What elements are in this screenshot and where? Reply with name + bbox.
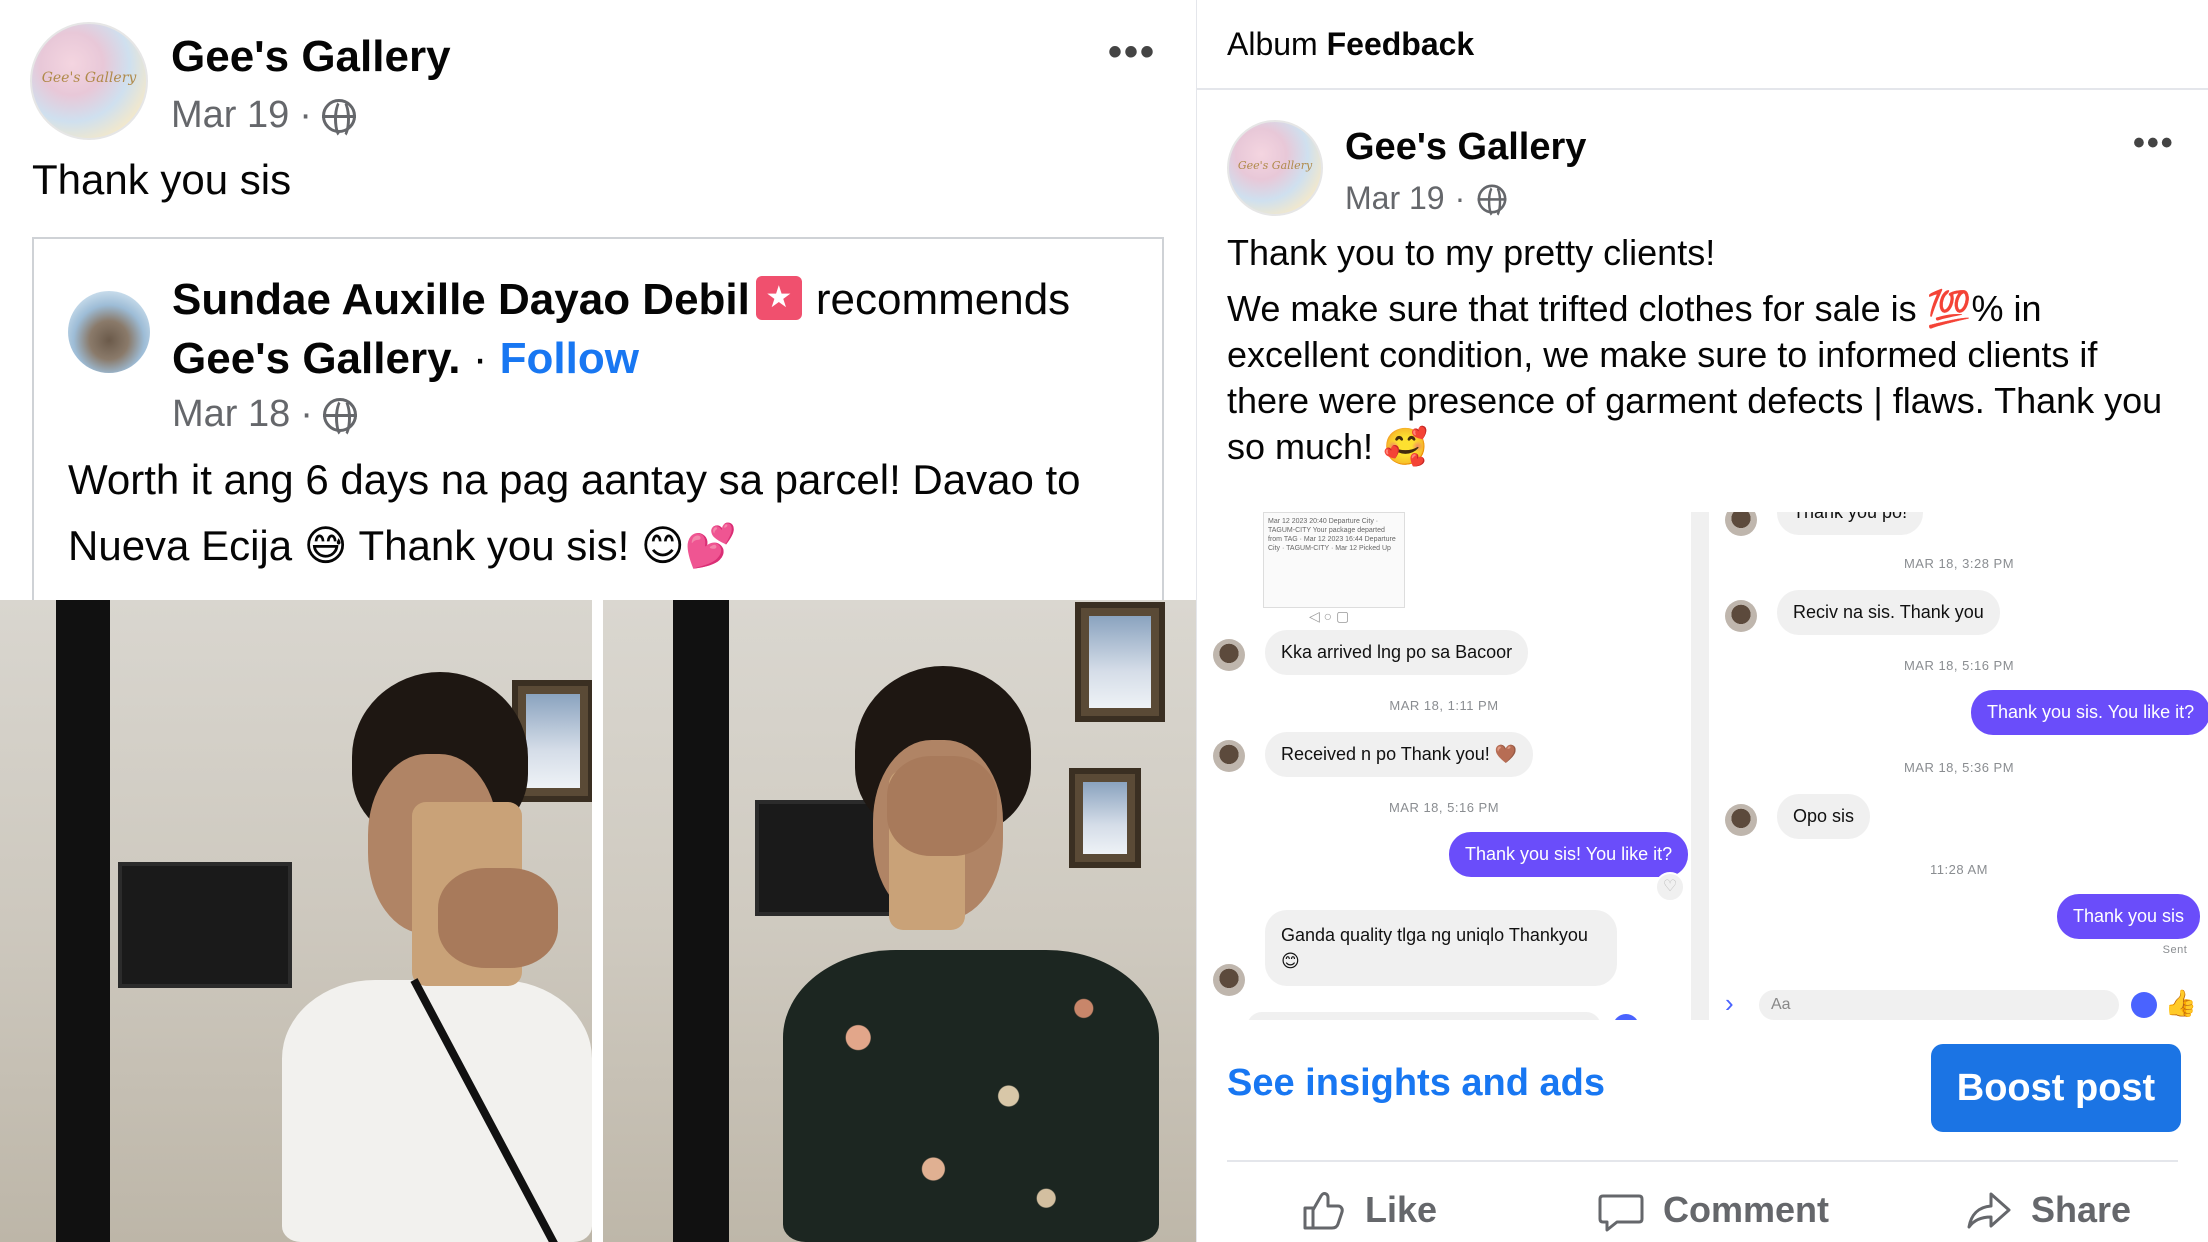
chat-message: Received n po Thank you! 🤎: [1265, 732, 1534, 777]
chat-timestamp: MAR 18, 5:16 PM: [1903, 658, 2015, 673]
page-avatar[interactable]: Gee's Gallery: [30, 22, 148, 140]
customer-avatar: [1725, 804, 1757, 836]
sent-status: Sent: [2162, 944, 2188, 956]
album-title[interactable]: Album Feedback: [1227, 26, 1474, 63]
page-name[interactable]: Gee's Gallery: [171, 32, 451, 82]
chat-message: Reciv na sis. Thank you: [1777, 590, 2000, 635]
recommender-name[interactable]: Sundae Auxille Dayao Debil: [172, 275, 750, 324]
customer-avatar: [1213, 639, 1245, 671]
album-header: Album Feedback: [1197, 0, 2208, 90]
page-logo-text: Gee's Gallery: [41, 69, 137, 86]
album-prefix: Album: [1227, 26, 1318, 62]
post-text-body: We make sure that trifted clothes for sa…: [1227, 288, 2163, 467]
post-meta: Mar 19 ·: [171, 94, 356, 139]
see-insights-link[interactable]: See insights and ads: [1227, 1062, 1605, 1105]
action-divider: [1227, 1160, 2178, 1162]
customer-avatar: [1213, 964, 1245, 996]
emoji-icon[interactable]: [1613, 1014, 1639, 1020]
chat-message-sent: Thank you sis. You like it?: [1971, 690, 2208, 735]
chat-message: Opo sis: [1777, 794, 1871, 839]
page-name[interactable]: Gee's Gallery: [1345, 126, 1586, 169]
recommender-avatar[interactable]: [68, 291, 150, 373]
chat-message: Ganda quality tlga ng uniqlo Thankyou 😊: [1265, 910, 1617, 986]
chat-timestamp: MAR 18, 1:11 PM: [1389, 698, 1499, 713]
page-logo-text: Gee's Gallery: [1237, 158, 1313, 172]
follow-dot: ·: [472, 334, 488, 383]
share-label: Share: [2031, 1189, 2132, 1230]
like-button[interactable]: Like: [1299, 1186, 1437, 1234]
comment-icon: [1598, 1194, 1644, 1232]
chat-divider: [1691, 512, 1709, 1020]
post-text-line1: Thank you to my pretty clients!: [1227, 232, 1716, 273]
globe-icon: [1477, 184, 1507, 219]
chat-timestamp: MAR 18, 5:16 PM: [1388, 800, 1500, 815]
like-icon: [1303, 1192, 1344, 1230]
chat-message-line: Ganda quality tlga ng uniqlo Thankyou: [1281, 925, 1588, 945]
customer-avatar: [1213, 740, 1245, 772]
recommendation-target-line: Gee's Gallery. · Follow: [172, 334, 639, 384]
recommendation-header: Sundae Auxille Dayao Debil ★ recommends: [172, 275, 1070, 325]
like-label: Like: [1365, 1189, 1438, 1230]
meta-dot: ·: [1454, 180, 1466, 216]
globe-icon: [322, 397, 357, 438]
meta-dot: ·: [300, 393, 313, 435]
album-name[interactable]: Feedback: [1327, 26, 1475, 62]
recommended-page-name[interactable]: Gee's Gallery.: [172, 334, 461, 383]
chat-message-emoji: 😊: [1281, 951, 1300, 971]
review-photo-white-shirt[interactable]: [0, 600, 592, 1242]
tracking-receipt-image: Mar 12 2023 20:40 Departure City · TAGUM…: [1263, 512, 1405, 608]
recommendation-text: Worth it ang 6 days na pag aantay sa par…: [68, 456, 1081, 569]
share-icon: [1967, 1192, 2011, 1229]
chat-message: Thank you po!: [1777, 512, 1924, 535]
chat-timestamp: MAR 18, 3:28 PM: [1903, 556, 2015, 571]
chevron-right-icon[interactable]: ›: [1213, 1010, 1222, 1020]
recommends-verb: recommends: [815, 275, 1071, 324]
recommend-badge-icon: ★: [755, 276, 802, 321]
chat-message-sent: Thank you sis! You like it?: [1449, 832, 1689, 877]
right-post-panel: Album Feedback Gee's Gallery Gee's Galle…: [1196, 0, 2208, 1242]
customer-avatar: [1725, 512, 1757, 536]
recommendation-card: Sundae Auxille Dayao Debil ★ recommends Ge…: [32, 237, 1164, 607]
recommendation-date[interactable]: Mar 18: [172, 393, 290, 436]
message-input[interactable]: Aa: [1247, 1012, 1601, 1020]
boost-post-button[interactable]: Boost post: [1931, 1044, 2181, 1132]
heart-reaction-icon: ♡: [1655, 872, 1685, 902]
chat-screenshot-2[interactable]: Thank you po! MAR 18, 3:28 PM Reciv na s…: [1709, 512, 2208, 1020]
comment-label: Comment: [1663, 1189, 1830, 1230]
post-text: Thank you sis: [32, 156, 292, 203]
meta-dot: ·: [299, 94, 312, 136]
review-photo-floral-dress[interactable]: [603, 600, 1196, 1242]
chat-composer: › Aa 👍: [1709, 986, 2208, 1020]
chat-timestamp: MAR 18, 5:36 PM: [1903, 760, 2015, 775]
page-avatar[interactable]: Gee's Gallery: [1227, 120, 1323, 216]
chevron-right-icon[interactable]: ›: [1725, 988, 1734, 1019]
post-meta: Mar 19 ·: [1345, 180, 1509, 219]
share-button[interactable]: Share: [1965, 1186, 2131, 1234]
recommendation-meta: Mar 18 ·: [172, 393, 357, 438]
globe-icon: [321, 98, 356, 139]
thumbs-up-icon[interactable]: 👍: [2165, 988, 2197, 1019]
comment-button[interactable]: Comment: [1597, 1186, 1829, 1234]
follow-link[interactable]: Follow: [500, 334, 639, 383]
post-date[interactable]: Mar 19: [171, 94, 289, 137]
message-input[interactable]: Aa: [1759, 990, 2119, 1020]
customer-avatar: [1725, 600, 1757, 632]
chat-composer: › Aa: [1197, 1008, 1691, 1020]
chat-message-sent: Thank you sis: [2057, 894, 2201, 939]
chat-screenshot-1[interactable]: Mar 12 2023 20:40 Departure City · TAGUM…: [1197, 512, 1691, 1020]
chat-message: Kka arrived lng po sa Bacoor: [1265, 630, 1529, 675]
tv: [118, 862, 292, 988]
more-options-icon[interactable]: •••: [1108, 30, 1156, 75]
framed-picture: [1069, 768, 1141, 868]
chat-timestamp: 11:28 AM: [1930, 862, 1988, 877]
framed-portrait: [1075, 602, 1165, 722]
more-options-icon[interactable]: •••: [2133, 124, 2175, 163]
receipt-nav: ◁ ○ ▢: [1309, 608, 1350, 624]
left-post-panel: Gee's Gallery Gee's Gallery Mar 19 · •••…: [0, 0, 1196, 1242]
emoji-icon[interactable]: [2131, 992, 2157, 1018]
post-date[interactable]: Mar 19: [1345, 180, 1445, 217]
